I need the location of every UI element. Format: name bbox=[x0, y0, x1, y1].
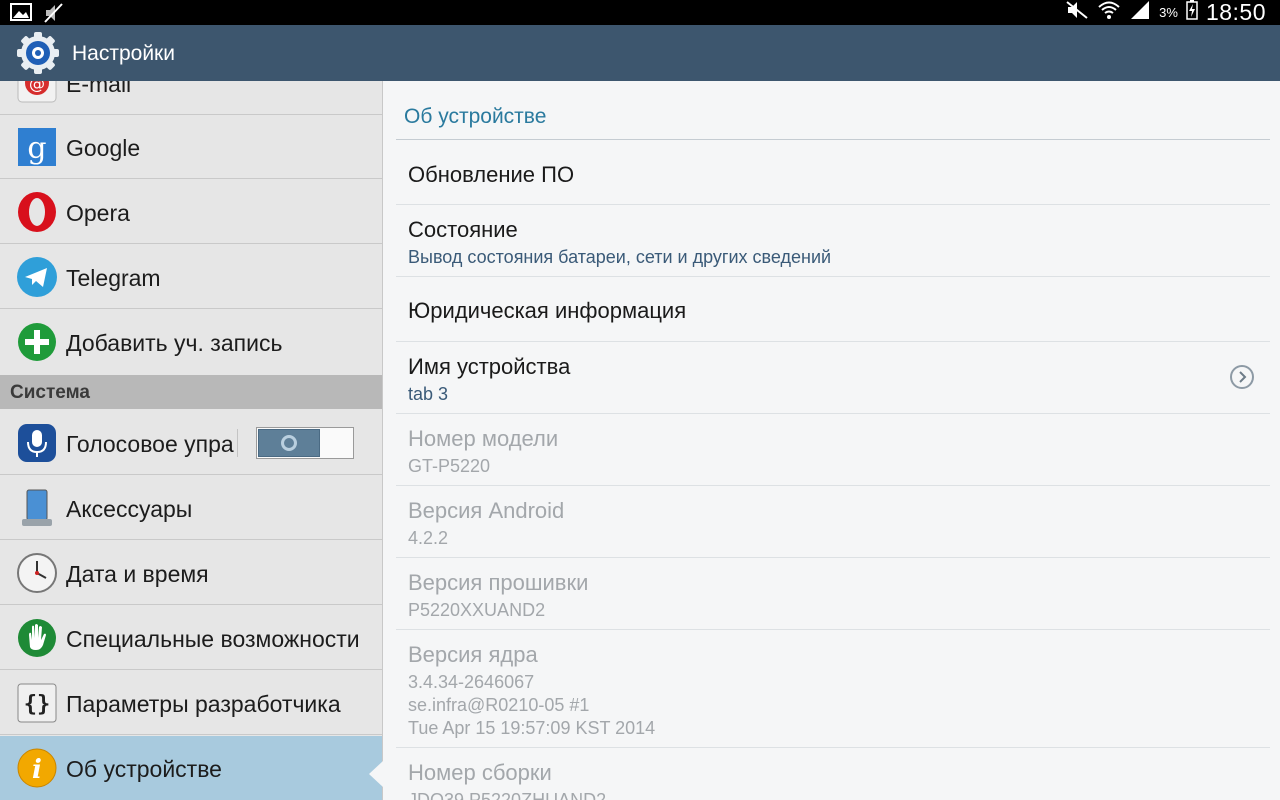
settings-gear-icon[interactable] bbox=[14, 29, 62, 77]
pref-summary: tab 3 bbox=[408, 384, 449, 404]
pref-android-version[interactable]: Версия Android 4.2.2 bbox=[396, 486, 1270, 558]
pref-summary-line: 3.4.34-2646067 bbox=[408, 672, 535, 692]
pref-summary: P5220XXUAND2 bbox=[408, 600, 546, 620]
list-item-about-device[interactable]: i Об устройстве bbox=[0, 736, 383, 800]
pref-title: Юридическая информация bbox=[408, 298, 687, 323]
pref-summary-line: se.infra@R0210-05 #1 bbox=[408, 695, 590, 715]
list-item-accessibility[interactable]: Специальные возможности bbox=[0, 606, 383, 670]
list-item-developer-options[interactable]: {} Параметры разработчика bbox=[0, 671, 383, 735]
list-item-accessories[interactable]: Аксессуары bbox=[0, 476, 383, 540]
pane-divider bbox=[382, 81, 383, 800]
chevron-right-icon[interactable] bbox=[1230, 365, 1254, 389]
list-item-telegram[interactable]: Telegram bbox=[0, 245, 383, 309]
email-icon: @ bbox=[16, 81, 58, 104]
google-icon: g bbox=[16, 126, 58, 168]
pref-baseband-version: Версия прошивки P5220XXUAND2 bbox=[396, 558, 1270, 630]
list-item-label: Дата и время bbox=[66, 561, 209, 587]
pref-title: Версия прошивки bbox=[408, 570, 589, 595]
list-item-label: Голосовое упра bbox=[66, 431, 234, 457]
pref-kernel-version: Версия ядра 3.4.34-2646067 se.infra@R021… bbox=[396, 630, 1270, 748]
list-item-google[interactable]: g Google bbox=[0, 115, 383, 179]
list-item-voice-control[interactable]: Голосовое упра bbox=[0, 411, 383, 475]
battery-percent: 3% bbox=[1159, 5, 1178, 20]
pref-title: Имя устройства bbox=[408, 354, 571, 379]
pref-legal-info[interactable]: Юридическая информация bbox=[396, 277, 1270, 342]
about-device-panel[interactable]: Об устройстве Обновление ПО Состояние Вы… bbox=[384, 81, 1280, 800]
list-item-label: Об устройстве bbox=[66, 756, 222, 782]
svg-text:{}: {} bbox=[24, 692, 51, 717]
section-header-system: Система bbox=[0, 375, 383, 409]
developer-braces-icon: {} bbox=[16, 682, 58, 724]
pref-status[interactable]: Состояние Вывод состояния батареи, сети … bbox=[396, 205, 1270, 277]
clock-icon bbox=[16, 552, 58, 594]
add-account-icon bbox=[16, 321, 58, 363]
opera-icon bbox=[16, 191, 58, 233]
sound-muted-icon bbox=[1065, 0, 1089, 25]
status-clock: 18:50 bbox=[1205, 0, 1266, 25]
battery-charging-icon bbox=[1186, 0, 1198, 25]
list-item-label: Параметры разработчика bbox=[66, 691, 341, 717]
accessories-icon bbox=[16, 487, 58, 529]
toggle-separator bbox=[237, 429, 238, 457]
status-bar: 3% 18:50 bbox=[0, 0, 1280, 25]
info-icon: i bbox=[16, 747, 58, 789]
panel-header: Об устройстве bbox=[404, 105, 547, 128]
svg-text:g: g bbox=[27, 131, 46, 166]
accessibility-hand-icon bbox=[16, 617, 58, 659]
pref-summary: 4.2.2 bbox=[408, 528, 449, 548]
voice-control-toggle[interactable] bbox=[256, 427, 354, 459]
list-item-label: Добавить уч. запись bbox=[66, 330, 283, 356]
list-item-label: Google bbox=[66, 135, 141, 161]
selection-pointer bbox=[369, 761, 383, 787]
list-item-opera[interactable]: Opera bbox=[0, 180, 383, 244]
action-bar: Настройки bbox=[0, 25, 1280, 81]
list-item-label: E-mail bbox=[66, 81, 132, 97]
pref-title: Версия Android bbox=[408, 498, 565, 523]
pref-summary-line: Tue Apr 15 19:57:09 KST 2014 bbox=[408, 718, 656, 738]
telegram-icon bbox=[16, 256, 58, 298]
pref-summary: Вывод состояния батареи, сети и других с… bbox=[408, 247, 832, 267]
list-item-label: Telegram bbox=[66, 265, 161, 291]
svg-text:i: i bbox=[32, 755, 42, 785]
pref-device-name[interactable]: Имя устройства tab 3 bbox=[396, 342, 1270, 414]
pref-summary: GT-P5220 bbox=[408, 456, 491, 476]
pref-build-number[interactable]: Номер сборки JDQ39.P5220ZHUAND2 bbox=[396, 748, 1270, 800]
svg-text:@: @ bbox=[29, 81, 45, 93]
list-item-add-account[interactable]: Добавить уч. запись bbox=[0, 310, 383, 374]
settings-category-list[interactable]: @ E-mail g Google Opera Telegram Добавит… bbox=[0, 81, 383, 800]
pref-title: Номер модели bbox=[408, 426, 559, 451]
pref-title: Состояние bbox=[408, 217, 518, 242]
pref-title: Обновление ПО bbox=[408, 162, 575, 187]
list-item-label: Аксессуары bbox=[66, 496, 193, 522]
pref-software-update[interactable]: Обновление ПО bbox=[396, 140, 1270, 205]
toggle-knob bbox=[258, 429, 320, 457]
pref-title: Версия ядра bbox=[408, 642, 538, 667]
list-item-email[interactable]: @ E-mail bbox=[0, 81, 383, 115]
section-header-label: Система bbox=[10, 382, 90, 403]
pref-model-number: Номер модели GT-P5220 bbox=[396, 414, 1270, 486]
list-item-date-time[interactable]: Дата и время bbox=[0, 541, 383, 605]
list-item-label: Специальные возможности bbox=[66, 626, 360, 652]
wifi-icon bbox=[1097, 0, 1121, 25]
microphone-icon bbox=[16, 422, 58, 464]
app-title: Настройки bbox=[72, 42, 175, 65]
signal-icon bbox=[1129, 0, 1151, 25]
list-item-label: Opera bbox=[66, 200, 130, 226]
pref-title: Номер сборки bbox=[408, 760, 552, 785]
pref-summary: JDQ39.P5220ZHUAND2 bbox=[408, 790, 607, 800]
